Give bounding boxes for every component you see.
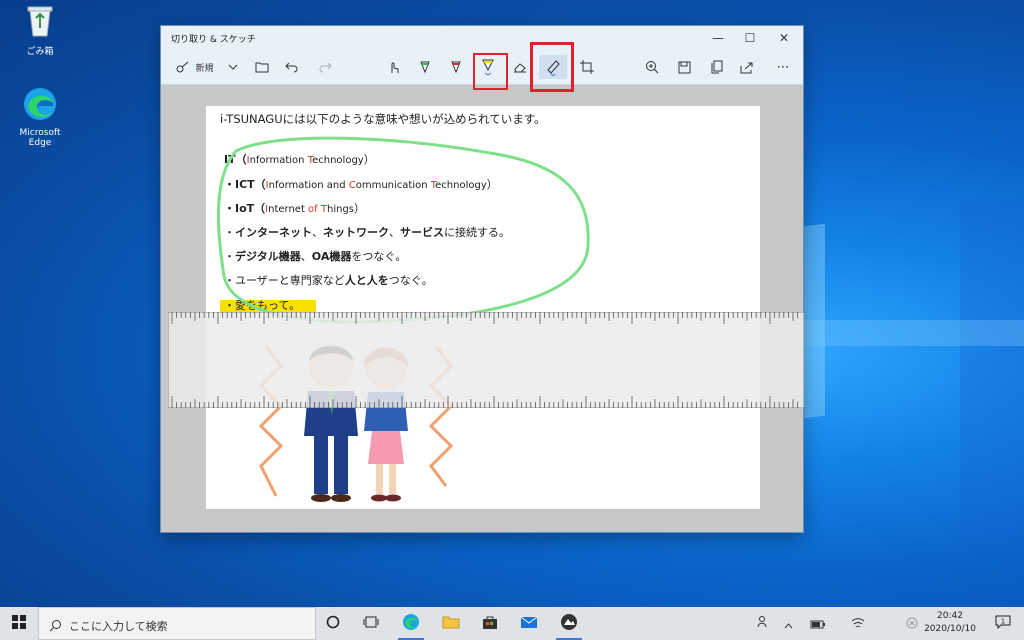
minimize-button[interactable]: — [701,26,735,50]
edge-desktop-icon[interactable]: Microsoft Edge [10,86,70,148]
ruler-overlay[interactable] [167,311,964,409]
cortana-circle-icon [326,614,340,633]
more-button[interactable]: ⋯ [771,55,795,79]
taskbar-snip-sketch[interactable] [550,607,588,640]
taskbar-mail[interactable] [510,607,548,640]
zoom-button[interactable] [641,55,663,79]
clock-time: 20:42 [937,611,963,621]
task-view-icon [363,614,379,633]
title-bar: 切り取り & スケッチ — ☐ ✕ [161,26,803,50]
recycle-bin-desktop-icon[interactable]: ごみ箱 [10,4,70,57]
highlighter-selection-frame [473,53,508,90]
chevron-down-icon [228,64,238,70]
redo-icon [318,61,332,73]
store-bag-icon [482,614,498,634]
redo-button[interactable] [314,55,336,79]
open-file-button[interactable] [251,55,273,79]
edge-icon [402,613,420,635]
close-circle-icon [906,614,918,633]
snip-canvas[interactable]: i-TSUNAGUには以下のような意味や想いが込められています。 IT（Info… [206,106,760,509]
new-dropdown-button[interactable] [223,55,243,79]
share-icon [740,61,754,74]
snip-sketch-icon [560,613,578,635]
ballpoint-pen-button[interactable] [414,55,436,79]
close-button[interactable]: ✕ [767,26,801,50]
clock-date: 2020/10/10 [924,624,976,634]
copy-button[interactable] [705,55,727,79]
battery-button[interactable] [806,607,830,640]
save-button[interactable] [673,55,695,79]
save-icon [678,61,691,74]
svg-text:1: 1 [1001,618,1005,626]
taskbar-search-box[interactable]: ここに入力して検索 [38,607,316,640]
more-icon: ⋯ [776,59,790,75]
system-clock[interactable]: 20:42 2020/10/10 [918,610,982,636]
edge-label: Microsoft Edge [19,128,61,148]
new-snip-button[interactable]: 新規 [169,55,221,79]
task-view-button[interactable] [352,607,390,640]
network-button[interactable] [846,607,870,640]
crop-button[interactable] [576,55,598,79]
mail-icon [520,614,538,633]
edge-icon [10,86,70,125]
touch-hand-icon [387,60,401,74]
recycle-bin-icon [10,4,70,41]
share-button[interactable] [736,55,758,79]
taskbar-store[interactable] [471,607,509,640]
windows-logo-icon [12,614,26,633]
crop-icon [580,60,594,74]
zoom-in-icon [645,60,659,74]
taskbar-edge[interactable] [392,607,430,640]
maximize-button[interactable]: ☐ [733,26,767,50]
battery-icon [810,614,826,633]
notification-icon: 1 [995,614,1011,633]
recycle-bin-label: ごみ箱 [26,47,54,57]
toolbar: 新規 ⋯ [161,42,803,92]
chevron-up-icon [784,614,793,633]
action-center-button[interactable]: 1 [988,607,1018,640]
start-button[interactable] [0,607,38,640]
new-label: 新規 [195,63,214,74]
pencil-red-icon [450,60,462,74]
eraser-button[interactable] [509,55,531,79]
pencil-button[interactable] [445,55,467,79]
touch-writing-button[interactable] [383,55,405,79]
folder-icon [442,614,460,633]
taskbar: ここに入力して検索 20:42 2020/10/10 1 [0,607,1024,640]
eraser-icon [513,61,527,73]
search-icon [49,617,62,636]
ruler-selection-frame [530,42,574,92]
snip-sketch-window: 切り取り & スケッチ — ☐ ✕ 新規 ⋯ i-TSUNAGUには以下のような… [161,26,803,532]
folder-icon [255,61,269,73]
taskbar-explorer[interactable] [432,607,470,640]
wifi-icon [851,614,865,633]
people-button[interactable] [752,607,776,640]
window-title: 切り取り & スケッチ [171,35,256,45]
copy-icon [710,60,723,74]
cortana-button[interactable] [314,607,352,640]
people-icon [757,614,771,633]
undo-icon [285,61,299,73]
search-placeholder: ここに入力して検索 [69,620,168,633]
snip-icon [176,60,190,74]
undo-button[interactable] [281,55,303,79]
pen-green-icon [419,60,431,74]
show-hidden-icons-button[interactable] [778,607,798,640]
